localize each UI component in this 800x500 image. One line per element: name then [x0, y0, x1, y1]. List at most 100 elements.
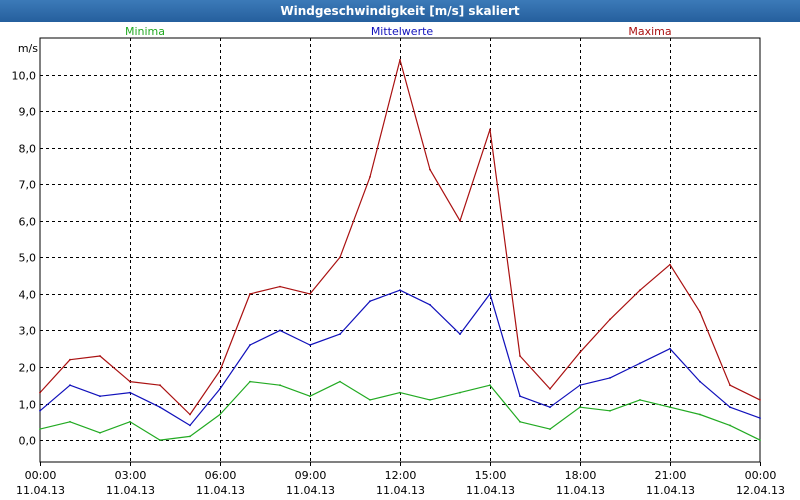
data-point-mittelwerte	[459, 333, 461, 335]
x-tick-date: 11.04.13	[286, 484, 335, 497]
data-point-mittelwerte	[159, 406, 161, 409]
data-point-maxima	[699, 311, 701, 313]
x-tick-time: 06:00	[205, 469, 237, 482]
data-point-maxima	[159, 384, 161, 387]
y-tick-label: 0,0	[19, 435, 37, 448]
data-point-maxima	[639, 289, 641, 292]
data-point-minima	[39, 428, 41, 430]
data-point-mittelwerte	[489, 293, 491, 295]
data-point-minima	[369, 399, 371, 401]
data-point-mittelwerte	[429, 303, 431, 306]
data-point-minima	[279, 384, 281, 387]
data-point-mittelwerte	[669, 347, 671, 350]
data-point-mittelwerte	[339, 333, 341, 335]
data-point-mittelwerte	[699, 380, 701, 383]
data-point-mittelwerte	[129, 391, 131, 394]
x-tick-date: 11.04.13	[466, 484, 515, 497]
x-tick-time: 18:00	[565, 469, 597, 482]
data-point-mittelwerte	[99, 395, 101, 398]
data-point-mittelwerte	[189, 424, 191, 427]
data-point-mittelwerte	[519, 395, 521, 398]
data-point-minima	[639, 399, 641, 401]
data-point-maxima	[579, 351, 581, 354]
y-tick-label: 2,0	[19, 362, 37, 375]
y-tick-label: 10,0	[12, 70, 37, 83]
data-point-mittelwerte	[609, 377, 611, 379]
x-tick-time: 12:00	[385, 469, 417, 482]
data-point-minima	[609, 409, 611, 412]
y-tick-label: 1,0	[19, 399, 37, 412]
x-tick-time: 00:00	[745, 469, 777, 482]
data-point-mittelwerte	[219, 388, 221, 390]
data-point-mittelwerte	[69, 384, 71, 387]
y-tick-label: 9,0	[19, 106, 37, 119]
data-point-mittelwerte	[309, 344, 311, 346]
data-point-minima	[489, 384, 491, 387]
data-point-minima	[519, 420, 521, 423]
chart-canvas: 0,0 1,0 2,0 3,0 4,0 5,0 6,0 7,0 8,0 9,0 10,0 00:00 1…	[12, 25, 785, 497]
data-point-minima	[339, 380, 341, 383]
data-point-mittelwerte	[549, 406, 551, 409]
data-point-minima	[309, 395, 311, 398]
data-point-maxima	[129, 380, 131, 383]
data-point-maxima	[369, 176, 371, 178]
data-point-minima	[459, 391, 461, 394]
data-point-mittelwerte	[579, 384, 581, 387]
data-point-minima	[129, 420, 131, 423]
data-point-mittelwerte	[639, 362, 641, 365]
data-point-minima	[669, 406, 671, 409]
x-tick-time: 21:00	[655, 469, 687, 482]
data-point-maxima	[549, 388, 551, 390]
y-tick-label: 3,0	[19, 325, 37, 338]
data-point-maxima	[249, 293, 251, 295]
data-point-maxima	[429, 168, 431, 171]
data-point-maxima	[759, 399, 761, 401]
x-tick-time: 15:00	[475, 469, 507, 482]
data-point-minima	[549, 428, 551, 430]
data-point-maxima	[489, 128, 491, 131]
data-point-minima	[219, 413, 221, 416]
data-point-maxima	[669, 263, 671, 266]
data-point-maxima	[609, 318, 611, 321]
x-tick-date: 11.04.13	[106, 484, 155, 497]
data-point-minima	[189, 435, 191, 438]
data-point-minima	[729, 424, 731, 427]
data-point-maxima	[189, 413, 191, 416]
data-point-mittelwerte	[759, 417, 761, 419]
data-point-maxima	[69, 358, 71, 361]
data-point-maxima	[339, 256, 341, 259]
y-tick-label: 5,0	[19, 252, 37, 265]
data-point-maxima	[39, 391, 41, 394]
legend-label-maxima: Maxima	[628, 25, 671, 38]
data-point-maxima	[279, 285, 281, 288]
data-point-minima	[159, 439, 161, 441]
data-point-maxima	[219, 369, 221, 372]
data-point-minima	[699, 413, 701, 416]
data-point-minima	[429, 399, 431, 401]
data-point-maxima	[729, 384, 731, 387]
data-point-maxima	[459, 219, 461, 222]
x-tick-date: 12.04.13	[736, 484, 785, 497]
data-point-minima	[99, 431, 101, 434]
chart-window: Windgeschwindigkeit [m/s] skaliert 0,0 1,…	[0, 0, 800, 500]
data-point-minima	[249, 380, 251, 383]
y-tick-label: 6,0	[19, 216, 37, 229]
x-tick-date: 11.04.13	[16, 484, 65, 497]
data-point-maxima	[309, 293, 311, 295]
y-axis-label: m/s	[18, 42, 38, 55]
x-tick-date: 11.04.13	[556, 484, 605, 497]
x-tick-time: 00:00	[25, 469, 57, 482]
y-tick-label: 4,0	[19, 289, 37, 302]
data-point-maxima	[399, 59, 401, 61]
x-tick-time: 09:00	[295, 469, 327, 482]
data-point-mittelwerte	[369, 300, 371, 303]
x-tick-date: 11.04.13	[376, 484, 425, 497]
x-tick-date: 11.04.13	[646, 484, 695, 497]
data-point-mittelwerte	[729, 406, 731, 409]
data-point-minima	[399, 391, 401, 394]
data-point-maxima	[519, 355, 521, 357]
data-point-mittelwerte	[249, 344, 251, 346]
data-point-minima	[579, 406, 581, 409]
legend-label-minima: Minima	[125, 25, 165, 38]
data-point-mittelwerte	[399, 289, 401, 292]
